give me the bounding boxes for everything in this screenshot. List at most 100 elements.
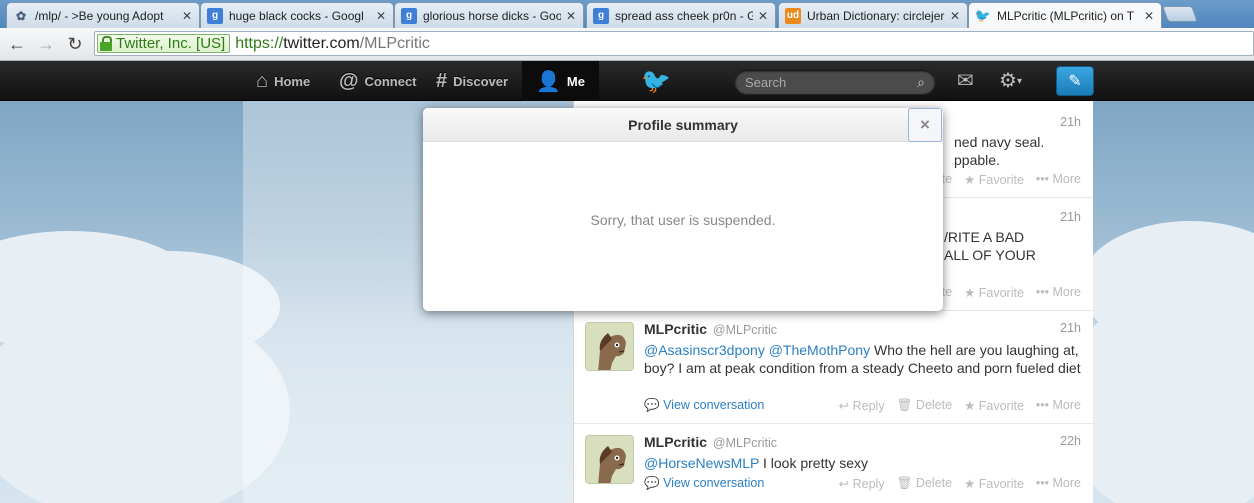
tweet-text: ned navy seal. [954,134,1045,150]
browser-tab-active[interactable]: 🐦 MLPcritic (MLPcritic) on T ✕ [968,2,1162,28]
delete-action[interactable]: 🗑 Delete [897,398,952,413]
nav-connect[interactable]: @ Connect [339,61,417,101]
tweet-item[interactable]: MLPcritic @MLPcritic 22h @HorseNewsMLP I… [574,424,1093,503]
tweet-time[interactable]: 21h [1060,210,1081,224]
search-placeholder: Search [745,74,787,90]
more-action[interactable]: ••• More [1036,172,1081,187]
tweet-header: MLPcritic @MLPcritic [644,321,777,337]
tweet-text: /RITE A BAD [944,229,1025,245]
envelope-icon[interactable]: ✉ [957,68,974,93]
twitter-bird-icon: 🐦 [974,7,992,23]
mention-link[interactable]: @Asasinscr3dpony [644,342,765,358]
favorite-label: Favorite [978,399,1024,413]
search-icon[interactable]: ⌕ [917,74,925,91]
google-icon: g [401,7,417,24]
browser-tab[interactable]: ud Urban Dictionary: circlejer ✕ [778,2,968,28]
search-input[interactable]: Search ⌕ [734,69,936,95]
more-action[interactable]: ••• More [1036,476,1081,491]
view-conversation-label: View conversation [663,398,765,412]
favorite-action[interactable]: ★ Favorite [964,172,1024,187]
new-tab-button[interactable] [1162,6,1198,22]
reply-action[interactable]: ↩ Reply [839,398,885,413]
close-icon[interactable]: ✕ [565,9,577,23]
tweet-text: ALL OF YOUR [944,247,1036,263]
tweet-text: @Asasinscr3dpony @TheMothPony Who the he… [644,341,1084,377]
speech-bubble-icon: 💬 [644,398,660,412]
forward-arrow-icon[interactable]: → [35,33,57,55]
mention-link[interactable]: @TheMothPony [769,342,870,358]
reply-action[interactable]: ↩ Reply [839,476,885,491]
nav-connect-label: Connect [364,73,417,89]
home-icon: ⌂ [256,69,269,92]
browser-tab[interactable]: g huge black cocks - Googl ✕ [200,2,394,28]
nav-home[interactable]: ⌂ Home [256,61,310,101]
favorite-label: Favorite [978,173,1024,187]
pencil-icon: ✎ [1068,73,1082,90]
url-scheme: https:// [235,34,284,52]
more-label: More [1052,285,1081,299]
tab-title: MLPcritic (MLPcritic) on T [997,8,1135,23]
close-icon[interactable]: ✕ [1143,9,1155,23]
favorite-label: Favorite [978,477,1024,491]
tweet-fullname[interactable]: MLPcritic [644,321,707,337]
close-icon[interactable]: ✕ [375,9,387,23]
google-icon: g [593,7,609,24]
tab-title: Urban Dictionary: circlejer [807,8,945,23]
modal-header: Profile summary [423,108,943,142]
tweet-time[interactable]: 22h [1060,434,1081,448]
view-conversation-link[interactable]: 💬 View conversation [644,398,764,413]
gear-icon[interactable]: ⚙▾ [999,68,1022,93]
favorite-action[interactable]: ★ Favorite [964,285,1024,300]
nav-home-label: Home [274,73,311,89]
more-action[interactable]: ••• More [1036,285,1081,300]
twitter-bird-logo-icon[interactable]: 🐦 [641,67,671,96]
tweet-handle[interactable]: @MLPcritic [713,323,777,337]
more-action[interactable]: ••• More [1036,398,1081,413]
avatar[interactable] [585,322,634,371]
favorite-label: Favorite [978,286,1024,300]
tweet-text: ppable. [954,152,1000,168]
avatar[interactable] [585,435,634,484]
modal-title: Profile summary [628,116,738,133]
tweet-handle[interactable]: @MLPcritic [713,436,777,450]
browser-tab[interactable]: g spread ass cheek pr0n - Go ✕ [586,2,776,28]
delete-label: Delete [915,476,953,490]
close-icon: × [920,115,930,134]
close-icon[interactable]: ✕ [757,9,769,23]
tweet-item[interactable]: MLPcritic @MLPcritic 21h @Asasinscr3dpon… [574,311,1093,424]
back-arrow-icon[interactable]: ← [6,33,28,55]
view-conversation-label: View conversation [663,476,765,490]
view-conversation-link[interactable]: 💬 View conversation [644,476,764,491]
browser-tab-strip: ✿ /mlp/ - >Be young Adopt ✕ g huge black… [0,0,1254,28]
address-bar[interactable]: Twitter, Inc. [US] https://twitter.com/M… [94,31,1254,56]
tab-title: glorious horse dicks - Goo [423,8,561,23]
tweet-time[interactable]: 21h [1060,115,1081,129]
close-icon[interactable]: ✕ [181,9,193,23]
mention-link[interactable]: @HorseNewsMLP [644,455,759,471]
close-button[interactable]: × [908,108,942,142]
tweet-fullname[interactable]: MLPcritic [644,434,707,450]
twitter-topbar: ⌂ Home @ Connect # Discover 👤 Me 🐦 Searc… [0,61,1254,101]
ev-certificate-badge[interactable]: Twitter, Inc. [US] [97,34,231,53]
close-icon[interactable]: ✕ [949,9,961,23]
browser-tab[interactable]: ✿ /mlp/ - >Be young Adopt ✕ [6,2,200,28]
more-label: More [1052,398,1081,412]
tweet-time[interactable]: 21h [1060,321,1081,335]
nav-me[interactable]: 👤 Me [522,61,599,101]
browser-tab[interactable]: g glorious horse dicks - Goo ✕ [394,2,584,28]
compose-tweet-button[interactable]: ✎ [1056,66,1094,96]
reply-label: Reply [852,399,885,413]
pony-avatar-icon [586,436,633,483]
more-label: More [1052,172,1081,186]
modal-message: Sorry, that user is suspended. [590,212,776,228]
favorite-action[interactable]: ★ Favorite [964,398,1024,413]
nav-discover[interactable]: # Discover [436,61,508,101]
url-text[interactable]: https://twitter.com/MLPcritic [235,35,430,53]
reload-icon[interactable]: ↻ [64,33,86,55]
favorite-action[interactable]: ★ Favorite [964,476,1024,491]
delete-label: Delete [915,398,953,412]
ev-label: Twitter, Inc. [US] [116,35,226,52]
lock-icon [100,36,112,51]
delete-action[interactable]: 🗑 Delete [897,476,952,491]
pony-avatar-icon [586,323,633,370]
